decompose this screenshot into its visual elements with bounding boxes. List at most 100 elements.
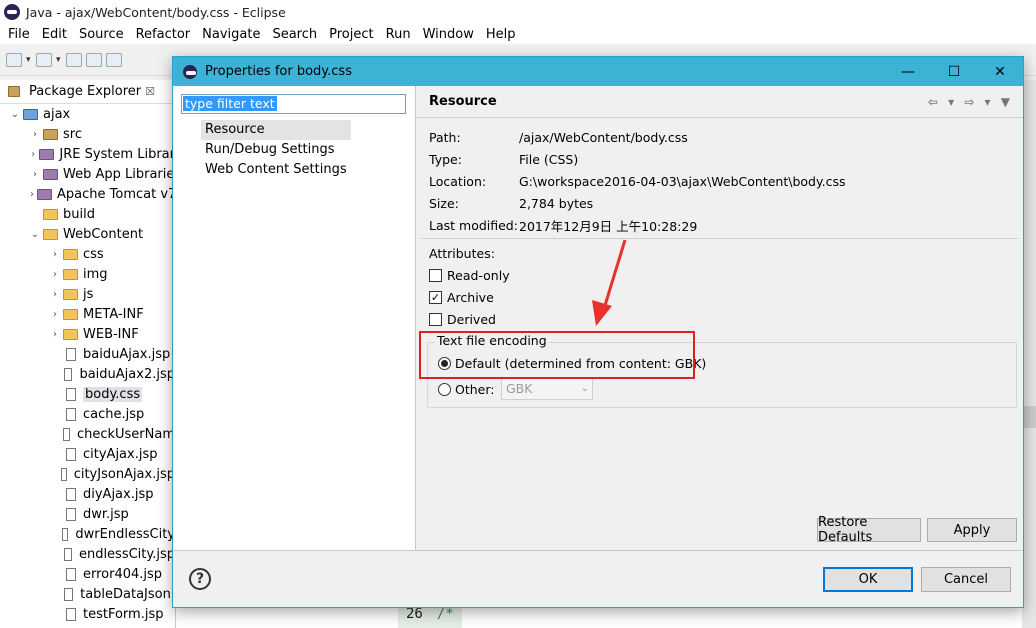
file-icon bbox=[66, 567, 76, 581]
tree-item[interactable]: › js bbox=[0, 284, 175, 304]
maximize-icon[interactable]: ☐ bbox=[931, 64, 977, 80]
tree-item[interactable]: dwr.jsp bbox=[0, 504, 175, 524]
info-row: Path: /ajax/WebContent/body.css bbox=[429, 126, 845, 148]
tree-item[interactable]: baiduAjax.jsp bbox=[0, 344, 175, 364]
menu-item-help[interactable]: Help bbox=[480, 27, 522, 42]
tree-item-label: js bbox=[83, 286, 94, 302]
tree-item-label: dwr.jsp bbox=[83, 506, 129, 522]
history-nav-icon[interactable]: ⇦ ▾ ⇨ ▾ ▼ bbox=[928, 95, 1013, 109]
tree-item[interactable]: body.css bbox=[0, 384, 175, 404]
info-key: Size: bbox=[429, 195, 459, 211]
folder-icon bbox=[63, 268, 78, 280]
minimize-icon[interactable]: — bbox=[885, 64, 931, 80]
wizard-dropdown-icon[interactable]: ▾ bbox=[56, 53, 62, 67]
tree-item[interactable]: diyAjax.jsp bbox=[0, 484, 175, 504]
expand-toggle-icon[interactable]: › bbox=[50, 249, 60, 260]
save-all-icon[interactable] bbox=[86, 52, 102, 67]
tree-item[interactable]: cityAjax.jsp bbox=[0, 444, 175, 464]
file-icon bbox=[66, 607, 76, 621]
expand-toggle-icon[interactable]: › bbox=[30, 189, 34, 200]
file-icon bbox=[66, 447, 76, 461]
help-icon[interactable]: ? bbox=[189, 568, 211, 590]
file-icon bbox=[60, 467, 67, 481]
tree-item[interactable]: › WEB-INF bbox=[0, 324, 175, 344]
ok-button[interactable]: OK bbox=[823, 567, 913, 592]
menu-item-search[interactable]: Search bbox=[266, 27, 323, 42]
expand-toggle-icon[interactable]: › bbox=[30, 149, 36, 160]
tree-item[interactable]: › JRE System Librar bbox=[0, 144, 175, 164]
tree-item[interactable]: checkUserNam bbox=[0, 424, 175, 444]
file-icon bbox=[66, 507, 76, 521]
menu-item-edit[interactable]: Edit bbox=[36, 27, 73, 42]
category-web-content-settings[interactable]: Web Content Settings bbox=[201, 160, 351, 180]
page-title: Resource bbox=[429, 94, 497, 109]
menu-item-refactor[interactable]: Refactor bbox=[130, 27, 197, 42]
apply-button[interactable]: Apply bbox=[927, 518, 1017, 542]
expand-toggle-icon[interactable]: › bbox=[50, 269, 60, 280]
tree-item[interactable]: error404.jsp bbox=[0, 564, 175, 584]
tree-item[interactable]: › Apache Tomcat v7 bbox=[0, 184, 176, 204]
print-icon[interactable] bbox=[106, 52, 122, 67]
expand-toggle-icon[interactable]: › bbox=[50, 309, 60, 320]
code-text[interactable]: /* bbox=[437, 606, 454, 622]
tree-item[interactable]: cache.jsp bbox=[0, 404, 175, 424]
tree-item[interactable]: baiduAjax2.jsp bbox=[0, 364, 175, 384]
encoding-combo[interactable]: GBK ⌄ bbox=[501, 378, 593, 400]
tree-item[interactable]: dwrEndlessCity bbox=[0, 524, 175, 544]
menu-item-file[interactable]: File bbox=[2, 27, 36, 42]
info-row: Last modified: 2017年12月9日 上午10:28:29 bbox=[429, 214, 845, 236]
expand-toggle-icon[interactable]: › bbox=[50, 289, 60, 300]
package-explorer-tab[interactable]: Package Explorer ☒ bbox=[0, 80, 175, 104]
tree-item[interactable]: tableDataJson. bbox=[0, 584, 175, 604]
info-row: Size: 2,784 bytes bbox=[429, 192, 845, 214]
close-icon[interactable]: ✕ bbox=[977, 64, 1023, 80]
tree-item[interactable]: › img bbox=[0, 264, 175, 284]
properties-dialog: Properties for body.css — ☐ ✕ type filte… bbox=[172, 56, 1024, 608]
menu-item-project[interactable]: Project bbox=[323, 27, 379, 42]
tree-item[interactable]: cityJsonAjax.jsp bbox=[0, 464, 175, 484]
info-key: Path: bbox=[429, 129, 461, 145]
menu-item-source[interactable]: Source bbox=[73, 27, 130, 42]
menu-item-window[interactable]: Window bbox=[417, 27, 480, 42]
package-icon bbox=[43, 128, 58, 140]
expand-toggle-icon[interactable]: ⌄ bbox=[10, 109, 20, 120]
expand-toggle-icon[interactable]: › bbox=[30, 169, 40, 180]
cancel-button[interactable]: Cancel bbox=[921, 567, 1011, 592]
other-encoding-radio[interactable]: Other: bbox=[438, 382, 494, 397]
tree-item-label: WebContent bbox=[63, 226, 144, 242]
filter-input[interactable]: type filter text bbox=[181, 94, 406, 114]
expand-toggle-icon[interactable]: ⌄ bbox=[30, 229, 40, 240]
new-icon[interactable] bbox=[6, 52, 22, 67]
tree-item[interactable]: ⌄ WebContent bbox=[0, 224, 175, 244]
tree-item[interactable]: › META-INF bbox=[0, 304, 175, 324]
tree-item[interactable]: › css bbox=[0, 244, 175, 264]
checkbox-read-only[interactable]: Read-only bbox=[429, 268, 510, 283]
category-run-debug-settings[interactable]: Run/Debug Settings bbox=[201, 140, 351, 160]
checkbox-label: Derived bbox=[447, 312, 496, 327]
expand-toggle-icon[interactable]: › bbox=[30, 129, 40, 140]
folder-icon bbox=[63, 248, 78, 260]
file-icon bbox=[66, 487, 76, 501]
tree-item[interactable]: ⌄ ajax bbox=[0, 104, 175, 124]
tree-item-label: cityJsonAjax.jsp bbox=[73, 466, 175, 482]
folder-icon bbox=[63, 308, 78, 320]
ruler-marker bbox=[1022, 406, 1036, 428]
tree-item[interactable]: testForm.jsp bbox=[0, 604, 175, 624]
restore-defaults-button[interactable]: Restore Defaults bbox=[817, 515, 921, 545]
checkbox-label: Archive bbox=[447, 290, 494, 305]
tree-item[interactable]: › src bbox=[0, 124, 175, 144]
save-icon[interactable] bbox=[66, 52, 82, 67]
checkbox-archive[interactable]: ✓ Archive bbox=[429, 290, 494, 305]
menu-item-run[interactable]: Run bbox=[380, 27, 417, 42]
tree-item-label: error404.jsp bbox=[83, 566, 163, 582]
tree-item[interactable]: endlessCity.jsp bbox=[0, 544, 175, 564]
category-resource[interactable]: Resource bbox=[201, 120, 351, 140]
menu-item-navigate[interactable]: Navigate bbox=[196, 27, 266, 42]
expand-toggle-icon[interactable]: › bbox=[50, 329, 60, 340]
close-icon[interactable]: ☒ bbox=[145, 85, 155, 98]
tree-item[interactable]: › Web App Librarie bbox=[0, 164, 175, 184]
checkbox-derived[interactable]: Derived bbox=[429, 312, 496, 327]
tree-item[interactable]: build bbox=[0, 204, 175, 224]
new-dropdown-icon[interactable]: ▾ bbox=[26, 53, 32, 67]
new-wizard-icon[interactable] bbox=[36, 52, 52, 67]
